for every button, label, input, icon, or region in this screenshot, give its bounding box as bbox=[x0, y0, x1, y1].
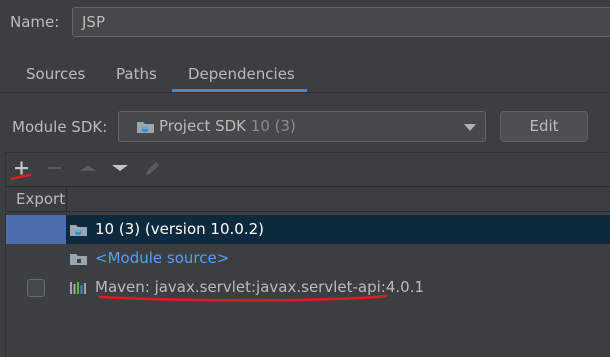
export-column-header: Export bbox=[16, 190, 66, 208]
tab-sources[interactable]: Sources bbox=[26, 62, 85, 92]
sdk-selected-version: 10 (3) bbox=[250, 117, 296, 135]
dependency-name: <Module source> bbox=[95, 249, 230, 267]
tab-dependencies[interactable]: Dependencies bbox=[172, 62, 307, 92]
sdk-folder-icon bbox=[69, 222, 89, 238]
edit-sdk-button[interactable]: Edit bbox=[500, 111, 588, 142]
chevron-down-icon bbox=[464, 124, 476, 131]
export-cell bbox=[6, 215, 66, 244]
module-sdk-label: Module SDK: bbox=[12, 118, 108, 136]
dependency-name: 10 (3) (version 10.0.2) bbox=[95, 220, 264, 238]
name-label: Name: bbox=[10, 13, 60, 31]
move-down-icon[interactable] bbox=[109, 157, 131, 179]
tabs-divider bbox=[0, 92, 610, 93]
table-row[interactable]: <Module source> bbox=[6, 244, 610, 273]
sdk-folder-icon bbox=[136, 119, 156, 135]
source-folder-icon bbox=[69, 251, 89, 267]
annotation-underline-maven bbox=[98, 294, 388, 302]
table-header: Export bbox=[6, 186, 610, 213]
column-separator bbox=[66, 187, 67, 213]
move-up-icon[interactable] bbox=[77, 157, 99, 179]
annotation-underline-add bbox=[10, 173, 32, 181]
tab-paths[interactable]: Paths bbox=[116, 62, 157, 92]
edit-icon[interactable] bbox=[142, 157, 164, 179]
sdk-selected-name: Project SDK bbox=[159, 117, 246, 135]
table-row[interactable]: 10 (3) (version 10.0.2) bbox=[6, 215, 610, 244]
module-sdk-dropdown[interactable]: Project SDK 10 (3) bbox=[118, 111, 486, 142]
remove-icon[interactable] bbox=[44, 157, 66, 179]
name-field[interactable]: JSP bbox=[72, 7, 610, 37]
